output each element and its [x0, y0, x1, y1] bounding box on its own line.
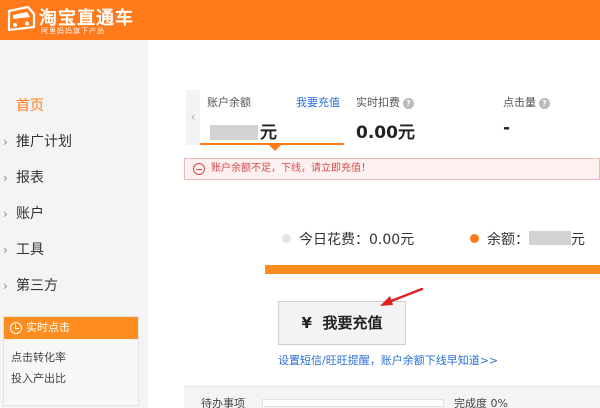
recharge-link[interactable]: 我要充值	[296, 94, 340, 110]
realtime-deduction-label: 实时扣费?	[356, 94, 414, 110]
help-icon[interactable]: ?	[403, 97, 414, 109]
sidebar-item-label: 首页	[16, 98, 44, 114]
realtime-click-panel: 实时点击 点击转化率 投入产出比	[3, 316, 139, 406]
roi-link[interactable]: 投入产出比	[11, 370, 66, 386]
balance-label: 账户余额	[207, 96, 251, 109]
sidebar-item-tools[interactable]: › 工具	[0, 237, 148, 263]
clicks-label: 点击量?	[503, 94, 550, 110]
todo-label: 待办事项	[201, 397, 245, 408]
sidebar-item-account[interactable]: › 账户	[0, 201, 148, 227]
alert-text: 账户余额不足，下线，请立即充值！	[211, 163, 371, 174]
spend-progress-bar	[265, 265, 600, 274]
logo[interactable]: 淘宝直通车 阿里妈妈旗下产品	[6, 3, 176, 37]
todo-progress-text: 完成度 0%	[454, 397, 508, 408]
sidebar-item-campaigns[interactable]: › 推广计划	[0, 129, 148, 155]
balance-summary-label: 余额：	[487, 232, 529, 248]
chevron-right-icon: ›	[3, 279, 8, 293]
orange-dot-icon	[470, 234, 479, 243]
realtime-click-title: 实时点击	[26, 321, 70, 334]
sidebar-item-label: 账户	[16, 206, 44, 222]
top-header: 淘宝直通车 阿里妈妈旗下产品	[0, 0, 600, 40]
chevron-right-icon: ›	[3, 135, 8, 149]
conversion-rate-link[interactable]: 点击转化率	[11, 349, 66, 365]
balance-notify-link[interactable]: 设置短信/旺旺提醒，账户余额下线早知道>>	[278, 352, 498, 368]
balance-summary-suffix: 元	[571, 232, 585, 248]
low-balance-alert: 账户余额不足，下线，请立即充值！	[184, 158, 600, 180]
sidebar: 首页 › 推广计划 › 报表 › 账户 › 工具 › 第三方 实时点击 点击转化…	[0, 40, 148, 408]
balance-value: 元	[210, 118, 277, 143]
masked-amount	[529, 231, 571, 245]
sidebar-item-label: 第三方	[16, 278, 58, 294]
recharge-button-label: 我要充值	[322, 314, 383, 332]
balance-stat: 账户余额 我要充值 元	[200, 90, 344, 151]
minus-circle-icon	[193, 163, 205, 175]
sidebar-item-reports[interactable]: › 报表	[0, 165, 148, 191]
sidebar-item-third-party[interactable]: › 第三方	[0, 273, 148, 299]
realtime-click-header: 实时点击	[4, 317, 138, 339]
todo-progress-track	[262, 399, 444, 407]
clicks-stat: 点击量? -	[503, 90, 593, 145]
today-spend: 今日花费：0.00元	[282, 229, 414, 249]
chevron-right-icon: ›	[3, 207, 8, 221]
car-logo-icon	[7, 5, 36, 32]
yuan-icon: ¥	[301, 314, 312, 332]
chevron-right-icon: ›	[3, 243, 8, 257]
help-icon[interactable]: ?	[539, 97, 550, 109]
chevron-right-icon: ›	[3, 171, 8, 185]
realtime-deduction-stat: 实时扣费? 0.00元	[356, 90, 476, 145]
balance-summary: 余额： 元	[470, 229, 585, 249]
sidebar-item-label: 工具	[16, 242, 44, 258]
red-pointer-arrow-icon	[380, 287, 424, 306]
chevron-left-icon[interactable]: ‹	[186, 90, 200, 145]
todo-section: 待办事项 完成度 0%	[184, 386, 600, 408]
active-tab-caret	[268, 144, 282, 151]
app-subtitle: 阿里妈妈旗下产品	[41, 27, 105, 35]
today-spend-text: 今日花费：0.00元	[299, 232, 415, 248]
clicks-value: -	[503, 118, 511, 138]
sidebar-item-home[interactable]: 首页	[0, 93, 148, 119]
masked-amount	[210, 125, 258, 140]
sidebar-item-label: 报表	[16, 170, 44, 186]
clock-icon	[10, 322, 22, 334]
grey-dot-icon	[282, 234, 291, 243]
sidebar-item-label: 推广计划	[16, 134, 72, 150]
realtime-deduction-value: 0.00元	[356, 123, 415, 143]
